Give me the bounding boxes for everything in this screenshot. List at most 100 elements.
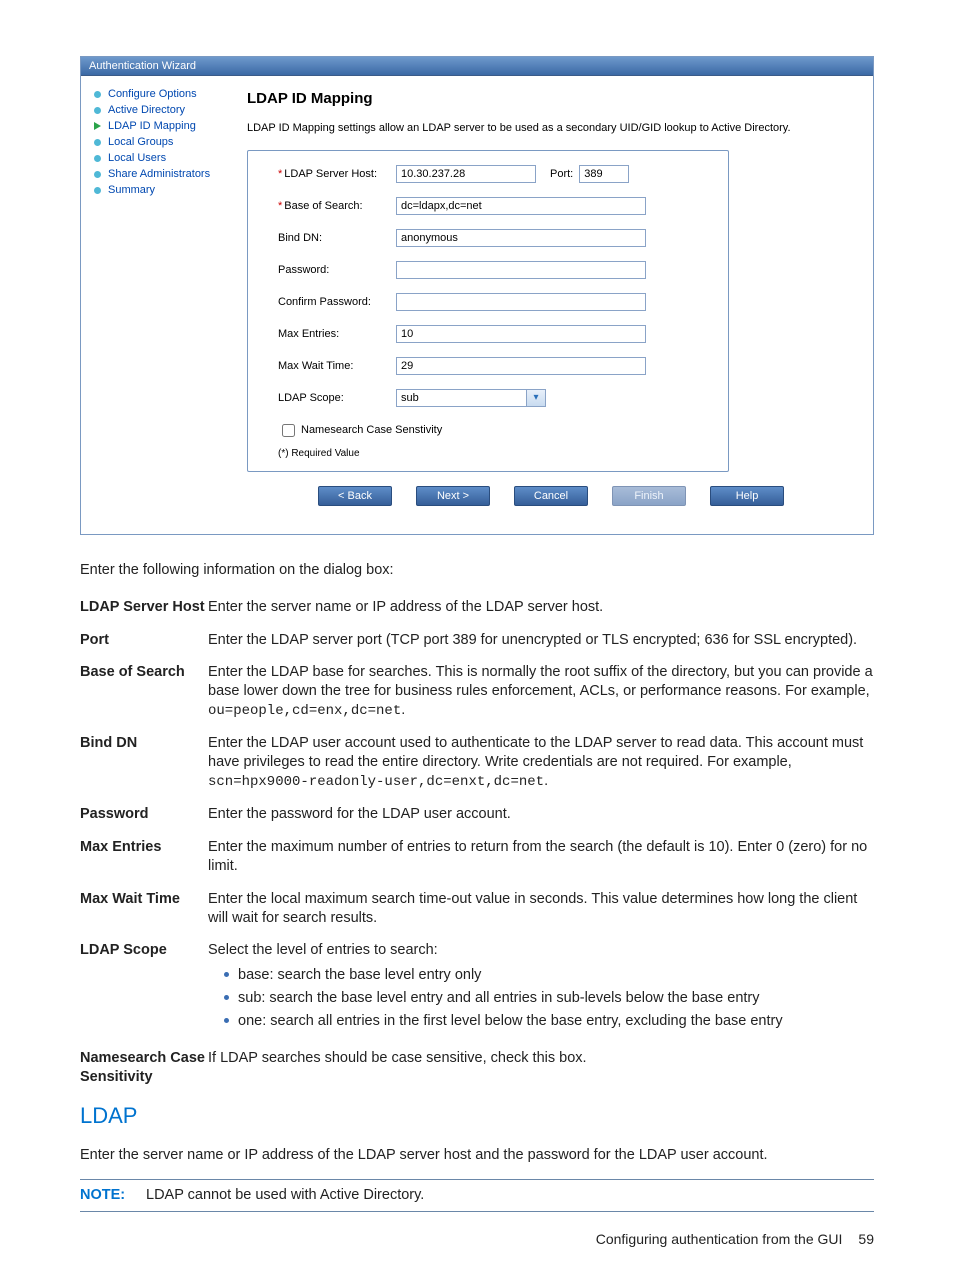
row-bind-dn: Bind DN: [278, 229, 708, 247]
list-item: sub: search the base level entry and all… [224, 989, 783, 1008]
chevron-down-icon: ▾ [526, 390, 545, 406]
def-desc: Enter the server name or IP address of t… [208, 598, 603, 617]
ldap-scope-select[interactable]: sub ▾ [396, 389, 546, 407]
ldap-server-host-input[interactable] [396, 165, 536, 183]
confirm-password-input[interactable] [396, 293, 646, 311]
instruction-text: Enter the following information on the d… [80, 561, 874, 580]
sidebar-item-label: Summary [108, 184, 155, 196]
field-definitions: LDAP Server Host Enter the server name o… [80, 598, 874, 1087]
def-term: Bind DN [80, 734, 208, 791]
max-entries-input[interactable] [396, 325, 646, 343]
def-ldap-server-host: LDAP Server Host Enter the server name o… [80, 598, 874, 617]
base-of-search-label: *Base of Search: [278, 200, 396, 212]
sidebar-item-label: LDAP ID Mapping [108, 120, 196, 132]
row-namesearch: Namesearch Case Senstivity [278, 421, 708, 440]
step-dot-icon [91, 136, 103, 148]
sidebar-item-summary[interactable]: Summary [91, 182, 241, 198]
def-password: Password Enter the password for the LDAP… [80, 805, 874, 824]
def-desc: Select the level of entries to search: b… [208, 941, 783, 1034]
help-button[interactable]: Help [710, 486, 784, 506]
namesearch-checkbox[interactable] [282, 424, 295, 437]
sidebar-item-share-administrators[interactable]: Share Administrators [91, 166, 241, 182]
row-max-entries: Max Entries: [278, 325, 708, 343]
wizard-title: Authentication Wizard [89, 60, 196, 72]
ldap-scope-value: sub [397, 392, 526, 404]
def-namesearch: Namesearch Case Sensitivity If LDAP sear… [80, 1049, 874, 1087]
bind-dn-label: Bind DN: [278, 232, 396, 244]
back-button[interactable]: < Back [318, 486, 392, 506]
password-label: Password: [278, 264, 396, 276]
def-max-entries: Max Entries Enter the maximum number of … [80, 838, 874, 876]
password-input[interactable] [396, 261, 646, 279]
next-button[interactable]: Next > [416, 486, 490, 506]
def-term: LDAP Server Host [80, 598, 208, 617]
step-dot-icon [91, 88, 103, 100]
step-dot-icon [91, 184, 103, 196]
ldap-scope-options: base: search the base level entry only s… [208, 966, 783, 1031]
cancel-button[interactable]: Cancel [514, 486, 588, 506]
def-desc: Enter the LDAP base for searches. This i… [208, 663, 874, 720]
max-entries-label: Max Entries: [278, 328, 396, 340]
sidebar-item-label: Local Groups [108, 136, 173, 148]
code-example: ou=people,cd=enx,dc=net [208, 703, 401, 719]
max-wait-time-input[interactable] [396, 357, 646, 375]
port-label: Port: [550, 168, 573, 180]
list-item: base: search the base level entry only [224, 966, 783, 985]
def-desc: Enter the LDAP user account used to auth… [208, 734, 874, 791]
footer-text: Configuring authentication from the GUI [596, 1230, 843, 1248]
wizard-heading: LDAP ID Mapping [247, 90, 855, 107]
step-dot-icon [91, 168, 103, 180]
namesearch-label: Namesearch Case Senstivity [301, 424, 442, 436]
def-desc: If LDAP searches should be case sensitiv… [208, 1049, 587, 1087]
row-confirm-password: Confirm Password: [278, 293, 708, 311]
def-desc: Enter the local maximum search time-out … [208, 890, 874, 928]
def-desc: Enter the LDAP server port (TCP port 389… [208, 631, 857, 650]
wizard-steps: Configure Options Active Directory LDAP … [81, 76, 247, 534]
ldap-paragraph: Enter the server name or IP address of t… [80, 1146, 874, 1165]
row-ldap-server-host: *LDAP Server Host: Port: [278, 165, 708, 183]
def-ldap-scope: LDAP Scope Select the level of entries t… [80, 941, 874, 1034]
def-term: Base of Search [80, 663, 208, 720]
sidebar-item-local-users[interactable]: Local Users [91, 150, 241, 166]
def-bind-dn: Bind DN Enter the LDAP user account used… [80, 734, 874, 791]
step-current-arrow-icon [91, 120, 103, 132]
required-hint: (*) Required Value [278, 448, 708, 459]
ldap-form-panel: *LDAP Server Host: Port: *Base of Search… [247, 150, 729, 472]
wizard-footer: < Back Next > Cancel Finish Help [247, 472, 855, 522]
sidebar-item-configure-options[interactable]: Configure Options [91, 86, 241, 102]
ldap-server-host-label: *LDAP Server Host: [278, 168, 396, 180]
row-base-of-search: *Base of Search: [278, 197, 708, 215]
def-port: Port Enter the LDAP server port (TCP por… [80, 631, 874, 650]
def-max-wait-time: Max Wait Time Enter the local maximum se… [80, 890, 874, 928]
note-tag: NOTE: [80, 1186, 146, 1205]
row-ldap-scope: LDAP Scope: sub ▾ [278, 389, 708, 407]
def-desc: Enter the maximum number of entries to r… [208, 838, 874, 876]
def-term: Namesearch Case Sensitivity [80, 1049, 208, 1087]
documentation-body: Enter the following information on the d… [80, 561, 874, 1248]
list-item: one: search all entries in the first lev… [224, 1012, 783, 1031]
authentication-wizard-panel: Authentication Wizard Configure Options … [80, 56, 874, 535]
wizard-main: LDAP ID Mapping LDAP ID Mapping settings… [247, 76, 873, 534]
note-text: LDAP cannot be used with Active Director… [146, 1186, 424, 1205]
step-dot-icon [91, 104, 103, 116]
port-input[interactable] [579, 165, 629, 183]
note-block: NOTE: LDAP cannot be used with Active Di… [80, 1179, 874, 1212]
def-term: Port [80, 631, 208, 650]
sidebar-item-label: Active Directory [108, 104, 185, 116]
sidebar-item-label: Share Administrators [108, 168, 210, 180]
def-term: Password [80, 805, 208, 824]
section-heading-ldap: LDAP [80, 1102, 874, 1131]
sidebar-item-ldap-id-mapping[interactable]: LDAP ID Mapping [91, 118, 241, 134]
base-of-search-input[interactable] [396, 197, 646, 215]
finish-button: Finish [612, 486, 686, 506]
step-dot-icon [91, 152, 103, 164]
wizard-description: LDAP ID Mapping settings allow an LDAP s… [247, 121, 855, 136]
bind-dn-input[interactable] [396, 229, 646, 247]
row-password: Password: [278, 261, 708, 279]
ldap-scope-label: LDAP Scope: [278, 392, 396, 404]
sidebar-item-local-groups[interactable]: Local Groups [91, 134, 241, 150]
def-term: Max Entries [80, 838, 208, 876]
sidebar-item-active-directory[interactable]: Active Directory [91, 102, 241, 118]
sidebar-item-label: Local Users [108, 152, 166, 164]
def-term: Max Wait Time [80, 890, 208, 928]
